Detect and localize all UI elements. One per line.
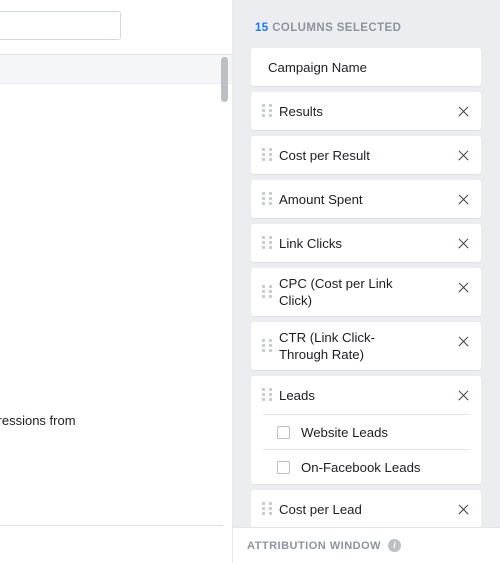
- breakdown-option-row[interactable]: On-Facebook Leads: [251, 450, 481, 484]
- selected-count-label: COLUMNS SELECTED: [272, 22, 401, 34]
- checkbox-icon[interactable]: [277, 461, 290, 474]
- column-row[interactable]: Cost per Result: [251, 136, 481, 174]
- breakdown-option-label: Website Leads: [290, 425, 388, 440]
- column-row[interactable]: CTR (Link Click-Through Rate): [251, 322, 481, 370]
- column-row[interactable]: Results: [251, 92, 481, 130]
- column-card[interactable]: Results: [251, 92, 481, 130]
- column-row[interactable]: CPC (Cost per Link Click): [251, 268, 481, 316]
- info-icon[interactable]: i: [388, 539, 401, 552]
- clipped-description-text: d Impressions from: [0, 413, 76, 428]
- remove-column-icon[interactable]: [457, 281, 470, 294]
- column-row[interactable]: Link Clicks: [251, 224, 481, 262]
- column-label: Amount Spent: [263, 191, 363, 208]
- attribution-window-title: ATTRIBUTION WINDOW: [247, 540, 381, 552]
- column-card[interactable]: CTR (Link Click-Through Rate): [251, 322, 481, 370]
- drag-handle-icon[interactable]: [262, 104, 272, 118]
- column-card[interactable]: Leads Website Leads On-Facebook Leads: [251, 376, 481, 484]
- column-label: CPC (Cost per Link Click): [263, 275, 423, 309]
- attribution-window-footer: ATTRIBUTION WINDOW i: [233, 527, 500, 563]
- drag-handle-icon[interactable]: [262, 388, 272, 402]
- remove-column-icon[interactable]: [457, 237, 470, 250]
- breakdown-option-row[interactable]: Website Leads: [251, 415, 481, 449]
- column-selector-screen: d Impressions from 15 COLUMNS SELECTED C…: [0, 0, 500, 563]
- column-label: Cost per Lead: [263, 501, 362, 518]
- column-label: CTR (Link Click-Through Rate): [263, 329, 423, 363]
- panel-bottom-divider: [0, 525, 223, 526]
- column-row[interactable]: Cost per Lead: [251, 490, 481, 527]
- drag-handle-icon[interactable]: [262, 502, 272, 516]
- remove-column-icon[interactable]: [457, 105, 470, 118]
- remove-column-icon[interactable]: [457, 503, 470, 516]
- selected-columns-header: 15 COLUMNS SELECTED: [255, 22, 401, 34]
- drag-handle-icon[interactable]: [262, 192, 272, 206]
- column-label: Cost per Result: [263, 147, 370, 164]
- column-card[interactable]: Link Clicks: [251, 224, 481, 262]
- selected-count: 15: [255, 22, 269, 34]
- scrollbar-thumb[interactable]: [221, 57, 228, 102]
- column-row[interactable]: Amount Spent: [251, 180, 481, 218]
- highlighted-row-band[interactable]: [0, 55, 233, 83]
- remove-column-icon[interactable]: [457, 149, 470, 162]
- column-card[interactable]: Amount Spent: [251, 180, 481, 218]
- column-label: Campaign Name: [263, 59, 367, 76]
- drag-handle-icon[interactable]: [262, 236, 272, 250]
- column-card[interactable]: CPC (Cost per Link Click): [251, 268, 481, 316]
- column-row[interactable]: Leads: [251, 376, 481, 414]
- remove-column-icon[interactable]: [457, 389, 470, 402]
- remove-column-icon[interactable]: [457, 335, 470, 348]
- band-bottom-divider: [0, 83, 233, 84]
- drag-handle-icon[interactable]: [262, 148, 272, 162]
- selected-columns-panel: 15 COLUMNS SELECTED Campaign Name Results…: [233, 0, 500, 527]
- remove-column-icon[interactable]: [457, 193, 470, 206]
- column-row[interactable]: Campaign Name: [251, 48, 481, 86]
- column-label: Link Clicks: [263, 235, 342, 252]
- breakdown-option-label: On-Facebook Leads: [290, 460, 421, 475]
- search-input[interactable]: [0, 11, 121, 40]
- column-card[interactable]: Cost per Result: [251, 136, 481, 174]
- drag-handle-icon[interactable]: [262, 339, 272, 353]
- column-card[interactable]: Cost per Lead: [251, 490, 481, 527]
- drag-handle-icon[interactable]: [262, 285, 272, 299]
- selected-columns-list: Campaign Name Results Cost per Result Amoun…: [251, 48, 481, 527]
- column-card[interactable]: Campaign Name: [251, 48, 481, 86]
- available-columns-panel: d Impressions from: [0, 0, 233, 563]
- checkbox-icon[interactable]: [277, 426, 290, 439]
